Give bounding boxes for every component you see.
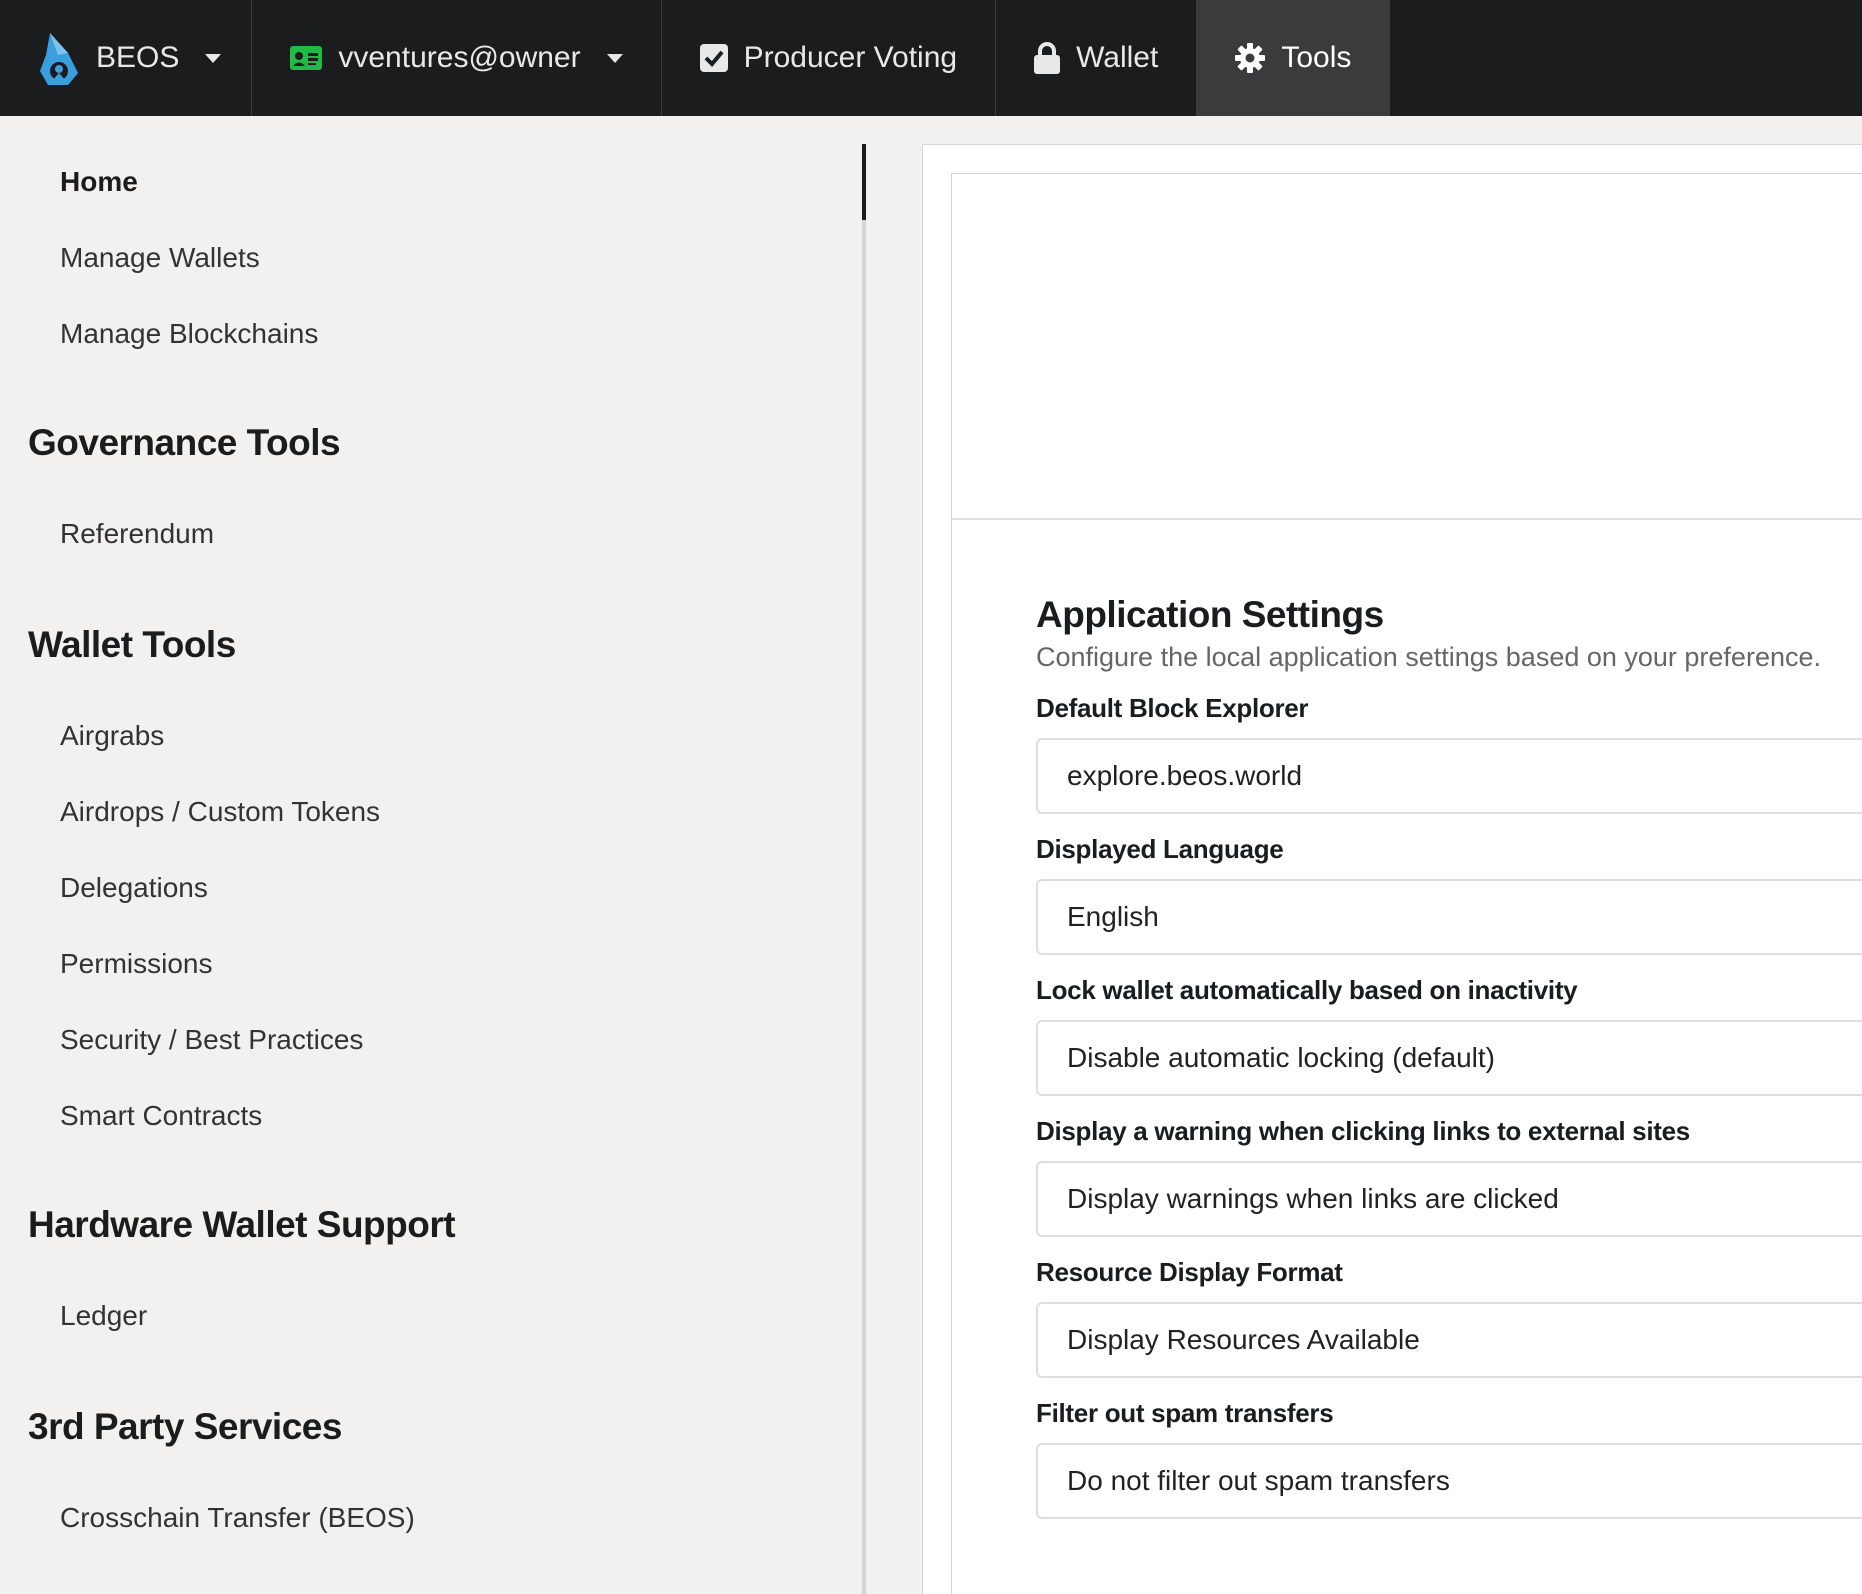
tab-producer-voting-label: Producer Voting	[743, 41, 958, 74]
sidebar-item-smart-contracts[interactable]: Smart Contracts	[60, 1100, 262, 1132]
gear-icon	[1235, 43, 1266, 73]
tab-tools[interactable]: Tools	[1197, 0, 1391, 116]
beos-logo-icon	[38, 29, 80, 87]
sidebar-item-referendum[interactable]: Referendum	[60, 518, 214, 550]
page-title: Application Settings	[1036, 594, 1384, 635]
auto-lock-dropdown[interactable]: Disable automatic locking (default)	[1036, 1020, 1862, 1096]
sidebar-active-indicator	[862, 144, 866, 220]
tab-producer-voting[interactable]: Producer Voting	[662, 0, 997, 116]
tools-sidebar: Home Manage Wallets Manage Blockchains G…	[0, 116, 866, 1594]
tab-wallet[interactable]: Wallet	[996, 0, 1198, 116]
sidebar-rail	[862, 144, 866, 1594]
main-content: Application Settings Configure the local…	[922, 144, 1862, 1594]
tab-wallet-label: Wallet	[1076, 41, 1159, 74]
sidebar-item-manage-blockchains[interactable]: Manage Blockchains	[60, 318, 318, 350]
field-label: Default Block Explorer	[1036, 693, 1309, 723]
field-language: Displayed Language English	[1036, 834, 1862, 955]
account-label: vventures@owner	[338, 41, 581, 74]
field-auto-lock: Lock wallet automatically based on inact…	[1036, 975, 1862, 1096]
field-label: Filter out spam transfers	[1036, 1398, 1334, 1428]
sidebar-item-airgrabs[interactable]: Airgrabs	[60, 720, 164, 752]
blockchain-label: BEOS	[96, 41, 180, 74]
check-square-icon	[699, 44, 728, 72]
language-dropdown[interactable]: English	[1036, 879, 1862, 955]
sidebar-item-home[interactable]: Home	[60, 166, 138, 198]
id-card-icon	[290, 46, 323, 70]
block-explorer-dropdown[interactable]: explore.beos.world	[1036, 738, 1862, 814]
sidebar-item-permissions[interactable]: Permissions	[60, 948, 212, 980]
field-spam-filter: Filter out spam transfers Do not filter …	[1036, 1398, 1862, 1519]
field-resource-format: Resource Display Format Display Resource…	[1036, 1257, 1862, 1378]
lock-icon	[1034, 42, 1061, 74]
field-label: Lock wallet automatically based on inact…	[1036, 975, 1578, 1005]
field-label: Displayed Language	[1036, 834, 1284, 864]
sidebar-item-manage-wallets[interactable]: Manage Wallets	[60, 242, 260, 274]
blockchain-selector[interactable]: BEOS	[0, 0, 253, 116]
settings-panel: Application Settings Configure the local…	[951, 173, 1862, 1594]
sidebar-heading-third-party: 3rd Party Services	[28, 1406, 342, 1447]
panel-divider	[952, 518, 1862, 520]
external-link-warning-dropdown[interactable]: Display warnings when links are clicked	[1036, 1161, 1862, 1237]
sidebar-item-ledger[interactable]: Ledger	[60, 1300, 147, 1332]
field-label: Display a warning when clicking links to…	[1036, 1116, 1690, 1146]
spam-filter-dropdown[interactable]: Do not filter out spam transfers	[1036, 1443, 1862, 1519]
field-block-explorer: Default Block Explorer explore.beos.worl…	[1036, 693, 1862, 814]
chevron-down-icon	[205, 53, 222, 63]
sidebar-heading-governance: Governance Tools	[28, 422, 341, 463]
sidebar-item-crosschain[interactable]: Crosschain Transfer (BEOS)	[60, 1502, 415, 1534]
account-selector[interactable]: vventures@owner	[252, 0, 662, 116]
sidebar-item-delegations[interactable]: Delegations	[60, 872, 208, 904]
field-external-link-warning: Display a warning when clicking links to…	[1036, 1116, 1862, 1237]
tab-tools-label: Tools	[1281, 41, 1352, 74]
sidebar-heading-wallet-tools: Wallet Tools	[28, 624, 236, 665]
sidebar-item-airdrops[interactable]: Airdrops / Custom Tokens	[60, 796, 380, 828]
top-menu-bar: BEOS vventures@owner Producer Voting Wal…	[0, 0, 1862, 116]
application-settings-form: Application Settings Configure the local…	[1036, 594, 1862, 1519]
sidebar-heading-hardware: Hardware Wallet Support	[28, 1204, 456, 1245]
page-subtitle: Configure the local application settings…	[1036, 642, 1821, 672]
resource-format-dropdown[interactable]: Display Resources Available	[1036, 1302, 1862, 1378]
field-label: Resource Display Format	[1036, 1257, 1343, 1287]
chevron-down-icon	[606, 53, 623, 63]
sidebar-item-security[interactable]: Security / Best Practices	[60, 1024, 363, 1056]
